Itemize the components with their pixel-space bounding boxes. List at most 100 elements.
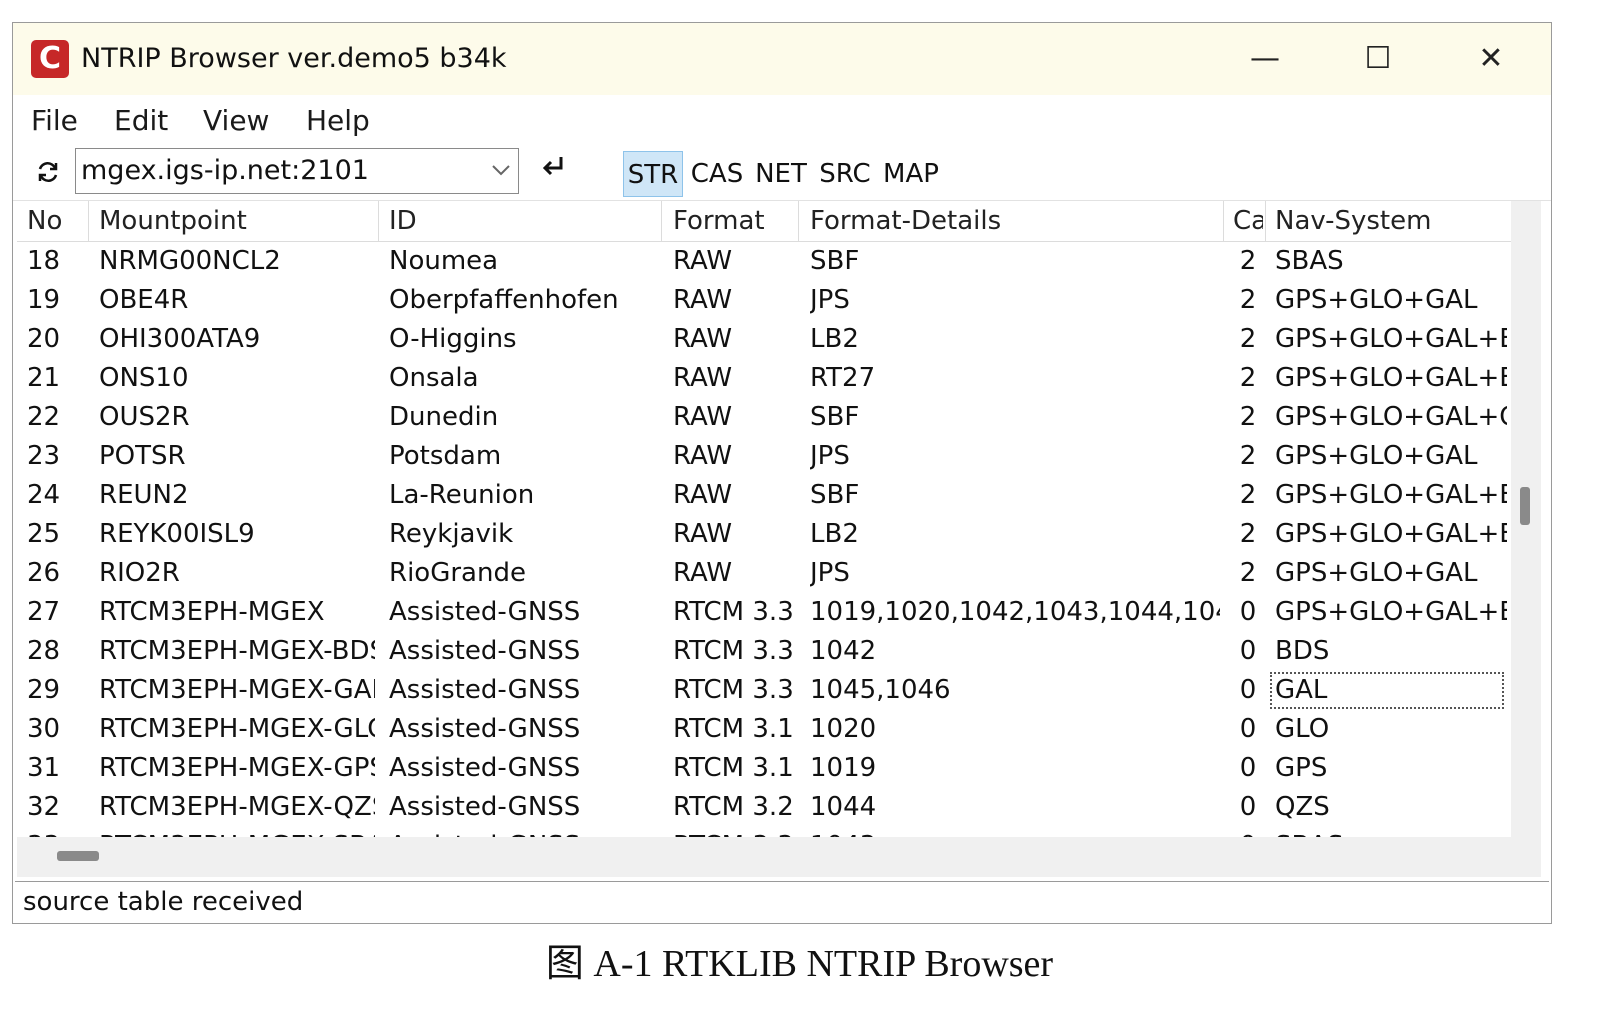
- cell-id[interactable]: RioGrande: [389, 554, 657, 593]
- cell-mountpoint[interactable]: OBE4R: [99, 281, 375, 320]
- cell-carrier[interactable]: 2: [1233, 398, 1263, 437]
- cell-no[interactable]: 28: [27, 632, 85, 671]
- cell-nav-system[interactable]: GPS+GLO+GAL: [1275, 437, 1507, 476]
- horizontal-scrollbar[interactable]: [17, 837, 1541, 877]
- close-button[interactable]: ✕: [1461, 39, 1521, 79]
- cell-format-details[interactable]: 1042: [810, 632, 1220, 671]
- column-header-nav-system[interactable]: Nav-System: [1275, 201, 1507, 241]
- table-row[interactable]: 33 RTCM3EPH-MGEX-SBAS Assisted-GNSS RTCM 3.…: [17, 827, 1511, 837]
- cell-no[interactable]: 18: [27, 242, 85, 281]
- cell-no[interactable]: 33: [27, 827, 85, 837]
- cell-format[interactable]: RTCM 3.2: [673, 788, 795, 827]
- cell-format[interactable]: RTCM 3.1: [673, 710, 795, 749]
- cell-nav-system[interactable]: GAL: [1269, 671, 1505, 710]
- cell-no[interactable]: 19: [27, 281, 85, 320]
- cell-mountpoint[interactable]: RTCM3EPH-MGEX-SBAS: [99, 827, 375, 837]
- cell-carrier[interactable]: 2: [1233, 359, 1263, 398]
- table-row[interactable]: 24 REUN2 La-Reunion RAW SBF 2 GPS+GLO+GAL+BD: [17, 476, 1511, 515]
- chevron-down-icon[interactable]: [492, 152, 510, 188]
- cell-id[interactable]: Assisted-GNSS: [389, 827, 657, 837]
- tab-src[interactable]: SRC: [817, 151, 873, 197]
- cell-format[interactable]: RTCM 3.1: [673, 749, 795, 788]
- cell-nav-system[interactable]: GPS: [1275, 749, 1507, 788]
- cell-id[interactable]: Noumea: [389, 242, 657, 281]
- enter-icon[interactable]: [537, 153, 569, 189]
- cell-carrier[interactable]: 2: [1233, 242, 1263, 281]
- cell-mountpoint[interactable]: OUS2R: [99, 398, 375, 437]
- refresh-icon[interactable]: [33, 159, 63, 189]
- cell-no[interactable]: 26: [27, 554, 85, 593]
- cell-mountpoint[interactable]: RTCM3EPH-MGEX-GLO: [99, 710, 375, 749]
- cell-format-details[interactable]: JPS: [810, 437, 1220, 476]
- cell-format-details[interactable]: SBF: [810, 476, 1220, 515]
- cell-mountpoint[interactable]: REUN2: [99, 476, 375, 515]
- cell-carrier[interactable]: 2: [1233, 320, 1263, 359]
- cell-nav-system[interactable]: GPS+GLO+GAL: [1275, 554, 1507, 593]
- cell-carrier[interactable]: 2: [1233, 281, 1263, 320]
- cell-mountpoint[interactable]: RTCM3EPH-MGEX: [99, 593, 375, 632]
- cell-format-details[interactable]: JPS: [810, 281, 1220, 320]
- cell-format-details[interactable]: SBF: [810, 398, 1220, 437]
- cell-nav-system[interactable]: GPS+GLO+GAL+BD: [1275, 320, 1507, 359]
- table-row[interactable]: 28 RTCM3EPH-MGEX-BDS Assisted-GNSS RTCM 3.3…: [17, 632, 1511, 671]
- cell-no[interactable]: 25: [27, 515, 85, 554]
- cell-no[interactable]: 27: [27, 593, 85, 632]
- source-table-grid[interactable]: No Mountpoint ID Format Format-Details C…: [17, 201, 1511, 837]
- cell-mountpoint[interactable]: REYK00ISL9: [99, 515, 375, 554]
- cell-carrier[interactable]: 0: [1233, 827, 1263, 837]
- cell-id[interactable]: Onsala: [389, 359, 657, 398]
- cell-format-details[interactable]: 1019: [810, 749, 1220, 788]
- cell-mountpoint[interactable]: POTSR: [99, 437, 375, 476]
- table-row[interactable]: 29 RTCM3EPH-MGEX-GAL Assisted-GNSS RTCM 3.3…: [17, 671, 1511, 710]
- cell-mountpoint[interactable]: RTCM3EPH-MGEX-GAL: [99, 671, 375, 710]
- cell-nav-system[interactable]: BDS: [1275, 632, 1507, 671]
- cell-carrier[interactable]: 0: [1233, 788, 1263, 827]
- table-row[interactable]: 26 RIO2R RioGrande RAW JPS 2 GPS+GLO+GAL: [17, 554, 1511, 593]
- cell-mountpoint[interactable]: RTCM3EPH-MGEX-BDS: [99, 632, 375, 671]
- menu-help[interactable]: Help: [306, 104, 370, 138]
- cell-no[interactable]: 29: [27, 671, 85, 710]
- cell-id[interactable]: Assisted-GNSS: [389, 749, 657, 788]
- cell-mountpoint[interactable]: RIO2R: [99, 554, 375, 593]
- cell-nav-system[interactable]: GLO: [1275, 710, 1507, 749]
- cell-format[interactable]: RAW: [673, 476, 795, 515]
- cell-format-details[interactable]: LB2: [810, 515, 1220, 554]
- cell-format[interactable]: RAW: [673, 242, 795, 281]
- cell-nav-system[interactable]: GPS+GLO+GAL+BD: [1275, 476, 1507, 515]
- cell-id[interactable]: Reykjavik: [389, 515, 657, 554]
- cell-no[interactable]: 24: [27, 476, 85, 515]
- table-row[interactable]: 31 RTCM3EPH-MGEX-GPS Assisted-GNSS RTCM 3.1…: [17, 749, 1511, 788]
- column-divider[interactable]: [378, 201, 379, 241]
- cell-nav-system[interactable]: GPS+GLO+GAL: [1275, 281, 1507, 320]
- column-header-format-details[interactable]: Format-Details: [810, 201, 1220, 241]
- tab-cas[interactable]: CAS: [689, 151, 745, 197]
- column-divider[interactable]: [88, 201, 89, 241]
- cell-id[interactable]: Assisted-GNSS: [389, 632, 657, 671]
- cell-format-details[interactable]: 1043: [810, 827, 1220, 837]
- table-row[interactable]: 23 POTSR Potsdam RAW JPS 2 GPS+GLO+GAL: [17, 437, 1511, 476]
- cell-format[interactable]: RAW: [673, 515, 795, 554]
- table-row[interactable]: 18 NRMG00NCL2 Noumea RAW SBF 2 SBAS: [17, 242, 1511, 281]
- cell-format-details[interactable]: SBF: [810, 242, 1220, 281]
- cell-format[interactable]: RTCM 3.3: [673, 827, 795, 837]
- column-divider[interactable]: [1265, 201, 1266, 241]
- cell-id[interactable]: Assisted-GNSS: [389, 671, 657, 710]
- menu-edit[interactable]: Edit: [114, 104, 168, 138]
- cell-mountpoint[interactable]: NRMG00NCL2: [99, 242, 375, 281]
- cell-format-details[interactable]: 1020: [810, 710, 1220, 749]
- vertical-scrollbar[interactable]: [1511, 201, 1541, 837]
- column-header-id[interactable]: ID: [389, 201, 657, 241]
- cell-carrier[interactable]: 0: [1233, 671, 1263, 710]
- table-row[interactable]: 20 OHI300ATA9 O-Higgins RAW LB2 2 GPS+GLO+GAL+…: [17, 320, 1511, 359]
- cell-format[interactable]: RAW: [673, 359, 795, 398]
- address-value[interactable]: mgex.igs-ip.net:2101: [81, 153, 369, 189]
- cell-carrier[interactable]: 2: [1233, 554, 1263, 593]
- vertical-scroll-thumb[interactable]: [1520, 487, 1530, 525]
- table-row[interactable]: 21 ONS10 Onsala RAW RT27 2 GPS+GLO+GAL+BD: [17, 359, 1511, 398]
- cell-id[interactable]: Potsdam: [389, 437, 657, 476]
- cell-no[interactable]: 21: [27, 359, 85, 398]
- column-divider[interactable]: [1223, 201, 1224, 241]
- table-row[interactable]: 25 REYK00ISL9 Reykjavik RAW LB2 2 GPS+GLO+GAL+…: [17, 515, 1511, 554]
- cell-id[interactable]: Dunedin: [389, 398, 657, 437]
- cell-mountpoint[interactable]: RTCM3EPH-MGEX-QZSS: [99, 788, 375, 827]
